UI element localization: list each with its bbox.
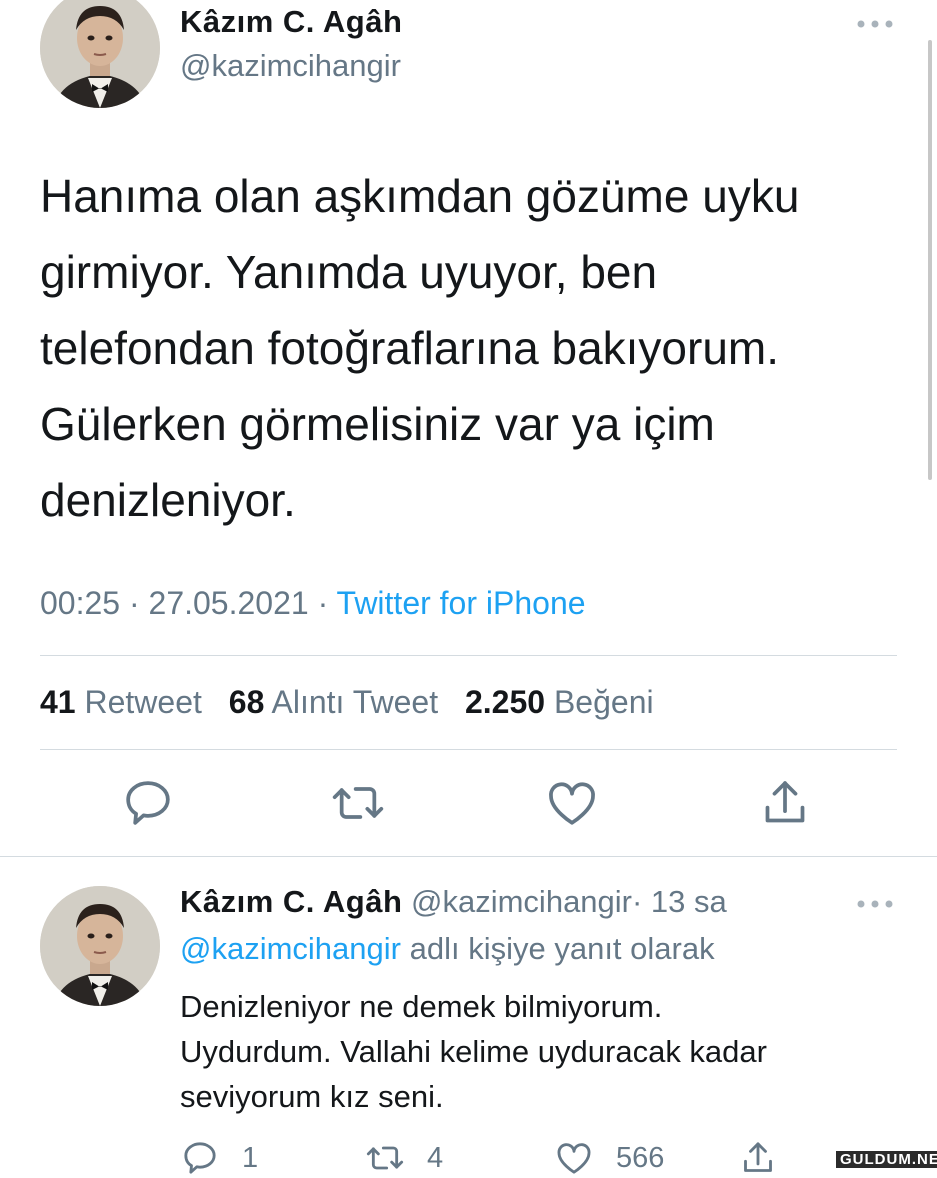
more-horizontal-icon[interactable] [855, 897, 895, 911]
likes-stat[interactable]: 2.250 Beğeni [465, 684, 654, 720]
avatar-portrait-icon [40, 0, 160, 108]
meta-separator: · [317, 585, 329, 621]
reply-header: Kâzım C. Agâh @kazimcihangir· 13 sa [180, 884, 727, 920]
share-icon[interactable] [757, 775, 813, 831]
tweet-text-line: Hanıma olan aşkımdan gözüme uyku [40, 170, 800, 222]
tweet-text-line: Gülerken görmelisiniz var ya içim [40, 398, 715, 450]
reply-author-handle[interactable]: @kazimcihangir [411, 884, 632, 919]
author-name[interactable]: Kâzım C. Agâh [180, 4, 402, 40]
section-divider [0, 856, 937, 857]
scrollbar[interactable] [928, 40, 932, 480]
reply-icon [184, 1142, 216, 1174]
tweet-stats: 41 Retweet 68 Alıntı Tweet 2.250 Beğeni [40, 684, 672, 721]
reply-reply-button[interactable]: 1 [180, 1138, 258, 1178]
reply-author-avatar[interactable] [40, 886, 160, 1006]
heart-icon [557, 1143, 591, 1174]
reply-author-name[interactable]: Kâzım C. Agâh [180, 884, 402, 919]
quotes-stat[interactable]: 68 Alıntı Tweet [229, 684, 447, 720]
reply-time-ago: · 13 sa [632, 884, 727, 919]
reply-text-line: seviyorum kız seni. [180, 1079, 444, 1114]
heart-icon[interactable] [544, 775, 600, 831]
avatar-portrait-icon [40, 886, 160, 1006]
tweet-text-line: telefondan fotoğraflarına bakıyorum. [40, 322, 780, 374]
retweets-stat[interactable]: 41 Retweet [40, 684, 211, 720]
author-avatar[interactable] [40, 0, 160, 108]
retweets-label: Retweet [84, 684, 202, 720]
tweet-text-line: girmiyor. Yanımda uyuyor, ben [40, 246, 658, 298]
tweet-date: 27.05.2021 [148, 585, 309, 621]
tweet-text-line: denizleniyor. [40, 474, 296, 526]
likes-label: Beğeni [553, 684, 654, 720]
retweet-icon [366, 1146, 404, 1170]
reply-like-button[interactable]: 566 [554, 1138, 664, 1178]
tweet-text: Hanıma olan aşkımdan gözüme uyku girmiyo… [40, 158, 910, 538]
meta-separator: · [128, 585, 140, 621]
reply-text-line: Uydurdum. Vallahi kelime uyduracak kadar [180, 1034, 767, 1069]
retweets-count: 41 [40, 684, 76, 720]
divider [40, 749, 897, 750]
watermark: GULDUM.NET [836, 1151, 937, 1168]
reply-text-line: Denizleniyor ne demek bilmiyorum. [180, 989, 663, 1024]
reply-icon[interactable] [120, 775, 176, 831]
quotes-count: 68 [228, 684, 265, 720]
replying-to-mention[interactable]: @kazimcihangir [180, 931, 401, 966]
replying-to: @kazimcihangir adlı kişiye yanıt olarak [180, 931, 715, 967]
replying-to-text: adlı kişiye yanıt olarak [409, 931, 715, 966]
reply-share-button[interactable] [738, 1138, 800, 1178]
reply-retweet-button[interactable]: 4 [365, 1138, 443, 1178]
retweet-count: 4 [427, 1141, 444, 1174]
more-horizontal-icon[interactable] [855, 17, 895, 31]
retweet-icon[interactable] [330, 775, 386, 831]
reply-text: Denizleniyor ne demek bilmiyorum. Uydurd… [180, 984, 920, 1119]
reply-count: 1 [242, 1141, 259, 1174]
author-handle[interactable]: @kazimcihangir [180, 48, 401, 84]
share-icon [744, 1142, 772, 1172]
quotes-label: Alıntı Tweet [271, 684, 439, 720]
tweet-time: 00:25 [40, 585, 121, 621]
like-count: 566 [616, 1141, 665, 1174]
likes-count: 2.250 [464, 684, 546, 720]
tweet-meta: 00:25 · 27.05.2021 · Twitter for iPhone [40, 585, 586, 622]
divider [40, 655, 897, 656]
tweet-source-link[interactable]: Twitter for iPhone [337, 585, 586, 621]
